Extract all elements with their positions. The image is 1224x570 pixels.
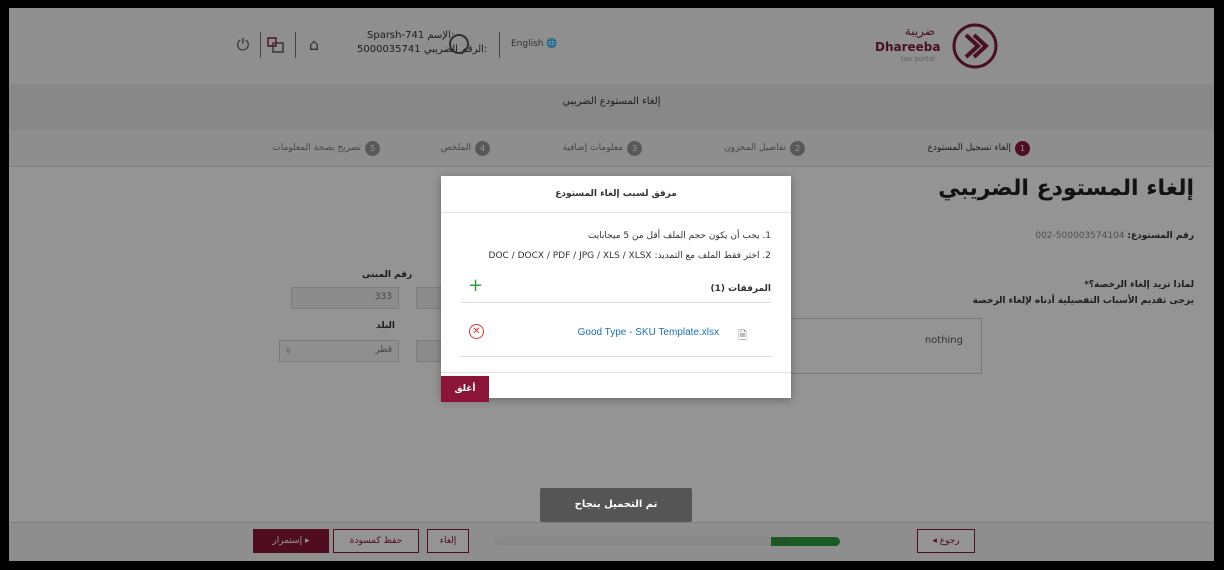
modal-title: مرفق لسبب إلغاء المستودع — [441, 176, 791, 213]
attachment-link[interactable]: Good Type - SKU Template.xlsx — [578, 327, 719, 338]
divider — [461, 356, 771, 357]
divider — [461, 302, 771, 303]
file-type-rule: 2. اختر فقط الملف مع التمديد: DOC / DOCX… — [488, 251, 771, 261]
file-size-rule: 1. يجب أن يكون حجم الملف أقل من 5 ميجابا… — [587, 231, 771, 241]
attachment-row: 🗎 Good Type - SKU Template.xlsx ✕ — [461, 322, 771, 344]
attachments-label: المرفقات (1) — [710, 284, 771, 294]
modal-footer-divider — [441, 372, 791, 373]
file-icon: 🗎 — [738, 329, 747, 342]
attachment-modal: مرفق لسبب إلغاء المستودع 1. يجب أن يكون … — [441, 176, 791, 402]
add-icon[interactable]: + — [468, 277, 483, 295]
remove-icon[interactable]: ✕ — [469, 324, 484, 339]
close-button[interactable]: أغلق — [441, 376, 489, 402]
app-frame: ⏻ ⌂ Sparsh-741 الإسم: 5000035741 الرقم ا… — [9, 8, 1214, 561]
upload-success-toast: تم التحميل بنجاح — [540, 488, 692, 522]
